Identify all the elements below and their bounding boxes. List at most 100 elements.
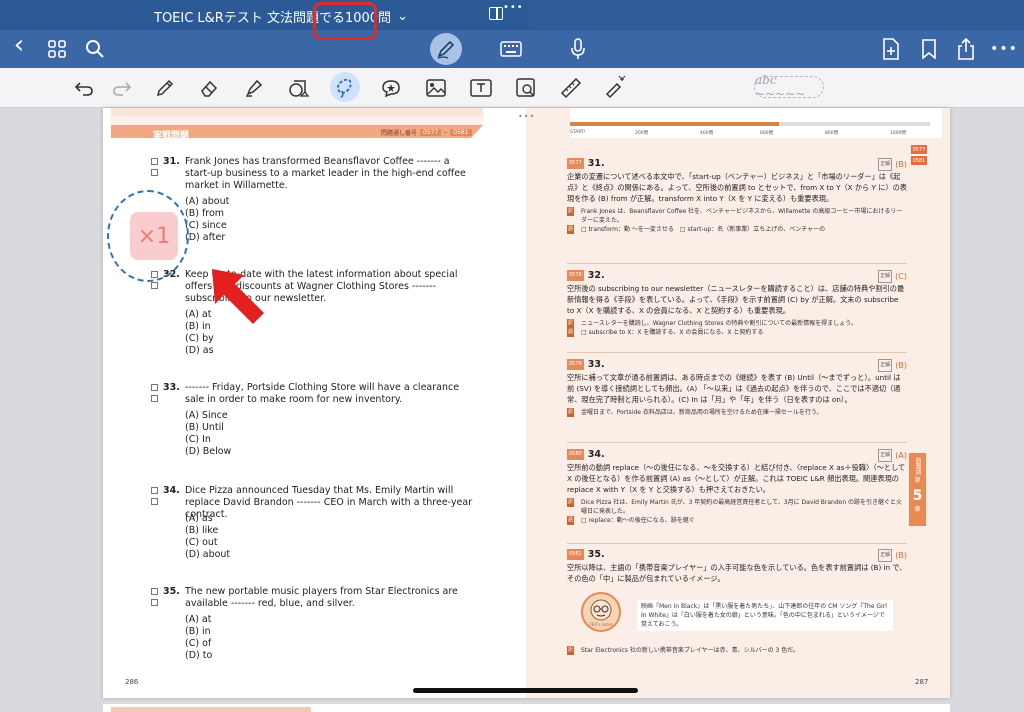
check-box[interactable]	[151, 169, 158, 176]
title-bar: TOEIC L&Rテスト 文法問題でる1000問 ⌄ •••	[0, 0, 1024, 30]
question-34: 34. Dice Pizza announced Tuesday that Ms…	[151, 485, 472, 560]
text-box-icon[interactable]	[469, 76, 493, 100]
chapter-marker: 第	[914, 477, 921, 484]
laser-pointer-icon[interactable]	[604, 75, 628, 99]
option-c: (C) since	[185, 220, 227, 231]
vocabulary: □ transform：動 〜を一変させる □ start-up：名（新事業）立…	[567, 225, 907, 234]
handwriting-to-text-field[interactable]: abc ~~~~~	[754, 73, 824, 101]
option-d: (D) to	[185, 650, 213, 661]
share-icon[interactable]	[955, 38, 977, 60]
option-c: (C) In	[185, 434, 211, 445]
shapes-icon[interactable]	[287, 76, 311, 100]
answer-key: 正解 (B)	[878, 158, 907, 171]
option-b: (B) from	[185, 208, 225, 219]
pen-tool-icon[interactable]	[153, 76, 177, 100]
back-icon[interactable]: ‹	[8, 30, 30, 60]
ruler-icon[interactable]	[559, 76, 583, 100]
page-handle-dots[interactable]: •••	[518, 112, 535, 121]
image-icon[interactable]	[424, 76, 448, 100]
chapter-tab: 前置詞 第 5 章	[909, 453, 926, 526]
chapter-label: 前置詞	[914, 457, 921, 475]
thumbnails-grid-icon[interactable]	[46, 38, 68, 60]
answer-33: 0579 33. 正解 (B) 空所に補って文章が通る前置詞は、ある時点までの《継続…	[567, 359, 907, 417]
page-number-right: 287	[915, 678, 929, 686]
progress-tick: 200問	[635, 131, 649, 136]
translation: ニュースレターを購読し、Wagner Clothing Stores の特典や割…	[567, 319, 907, 328]
question-range: 問題通し番号 0577 – 0581	[381, 128, 472, 137]
question-31: 31. Frank Jones has transformed Beansfla…	[151, 156, 471, 243]
option-a: (A) about	[185, 196, 230, 207]
check-box[interactable]	[151, 487, 158, 494]
practice-section-label: 実戦問題	[153, 131, 190, 141]
vocabulary: □ replace：動〜の後任になる、跡を継ぐ	[567, 516, 907, 525]
option-b: (B) like	[185, 525, 219, 536]
next-page-preview	[103, 704, 950, 712]
option-b: (B) Until	[185, 422, 224, 433]
tex-note-text: 映画『Men in Black』は「黒い服を着た男たち」、山下達郎の往年の CM…	[637, 600, 893, 631]
more-options-icon[interactable]: •••	[990, 38, 1017, 60]
progress-tick: 800問	[825, 131, 839, 136]
screenshot-capture-icon[interactable]	[514, 76, 538, 100]
progress-tick: 400問	[700, 131, 714, 136]
answer-32: 0578 32. 正解 (C) 空所後の subscribing to our ne…	[567, 270, 907, 337]
page-number-left: 286	[125, 678, 139, 686]
check-box[interactable]	[151, 498, 158, 505]
answer-options: (A) about (B) from (C) since (D) after	[185, 196, 229, 244]
split-view-icon[interactable]	[489, 7, 503, 20]
option-c: (C) by	[185, 333, 214, 344]
undo-icon[interactable]	[72, 76, 96, 100]
option-a: (A) Since	[185, 410, 228, 421]
translation: Star Electronics 社の新しい携帯音楽プレイヤーは赤、青、シルバー…	[567, 646, 907, 655]
translation: Frank Jones は、Beansflavor Coffee 社を、ベンチャ…	[567, 207, 907, 225]
check-box[interactable]	[151, 395, 158, 402]
progress-track: START! 200問 400問 600問 800問 1000問	[570, 108, 942, 138]
chapter-number: 5	[912, 488, 923, 504]
answer-key: 正解 (C)	[878, 270, 907, 283]
question-33: 33. ------- Friday, Portside Clothing St…	[151, 382, 471, 457]
option-d: (D) after	[185, 232, 226, 243]
side-index-tab: 0577	[911, 145, 927, 154]
check-box[interactable]	[151, 282, 158, 289]
lasso-tool-highlight	[313, 2, 377, 40]
explanation: 空所以降は、主語の「携帯音楽プレイヤー」の入手可能な色を示している。色を表す前置…	[567, 563, 907, 583]
bookmark-icon[interactable]	[918, 38, 940, 60]
keyboard-icon[interactable]	[500, 38, 522, 60]
check-box[interactable]	[151, 158, 158, 165]
eraser-icon[interactable]	[197, 76, 221, 100]
check-box[interactable]	[151, 599, 158, 606]
multitask-dots-icon[interactable]: •••	[503, 2, 524, 13]
sticker-icon[interactable]	[379, 76, 403, 100]
option-a: (A) at	[185, 614, 212, 625]
answer-34: 0580 34. 正解 (A) 空所前の動詞 replace（〜の後任になる、〜を交…	[567, 449, 907, 525]
chevron-down-icon: ⌄	[397, 9, 408, 24]
answer-31: 0577 31. 正解 (B) 企業の変遷について述べる本文中で、「start-up…	[567, 158, 907, 234]
vocabulary: □ subscribe to X：X を購読する、X の会員になる、X と契約す…	[567, 328, 907, 337]
answer-35: 0581 35. 正解 (B) 空所以降は、主語の「携帯音楽プレイヤー」の入手可能な…	[567, 549, 907, 583]
option-d: (D) as	[185, 345, 214, 356]
add-page-icon[interactable]	[880, 38, 902, 60]
check-box[interactable]	[151, 384, 158, 391]
progress-fill	[570, 122, 779, 126]
check-box[interactable]	[151, 588, 158, 595]
option-d: (D) about	[185, 549, 231, 560]
red-arrow-icon	[212, 269, 264, 324]
highlighter-icon[interactable]	[242, 76, 266, 100]
answer-35-translation: Star Electronics 社の新しい携帯音楽プレイヤーは赤、青、シルバー…	[567, 646, 907, 655]
tex-notes-label: TEX's notes	[588, 622, 612, 627]
home-indicator[interactable]	[413, 688, 638, 693]
pen-mode-button[interactable]	[430, 33, 462, 65]
search-icon[interactable]	[84, 38, 106, 60]
repeat-count-badge[interactable]: ×1	[130, 212, 178, 260]
progress-tick: 1000問	[890, 131, 906, 136]
title-bar-right-pane	[529, 0, 1024, 30]
document-spread: 実戦問題 問題通し番号 0577 – 0581 31. Frank Jones …	[103, 108, 950, 698]
microphone-icon[interactable]	[567, 38, 589, 60]
redo-icon[interactable]	[110, 76, 134, 100]
explanation: 企業の変遷について述べる本文中で、「start-up（ベンチャー）ビジネス」と「…	[567, 172, 907, 203]
lasso-icon[interactable]	[333, 75, 357, 99]
answer-key: 正解 (B)	[878, 549, 907, 562]
question-stem: The new portable music players from Star…	[185, 586, 458, 609]
pen-icon	[437, 40, 455, 59]
navigation-bar: ‹ •••	[0, 30, 1024, 68]
question-stem: Frank Jones has transformed Beansflavor …	[185, 156, 466, 191]
